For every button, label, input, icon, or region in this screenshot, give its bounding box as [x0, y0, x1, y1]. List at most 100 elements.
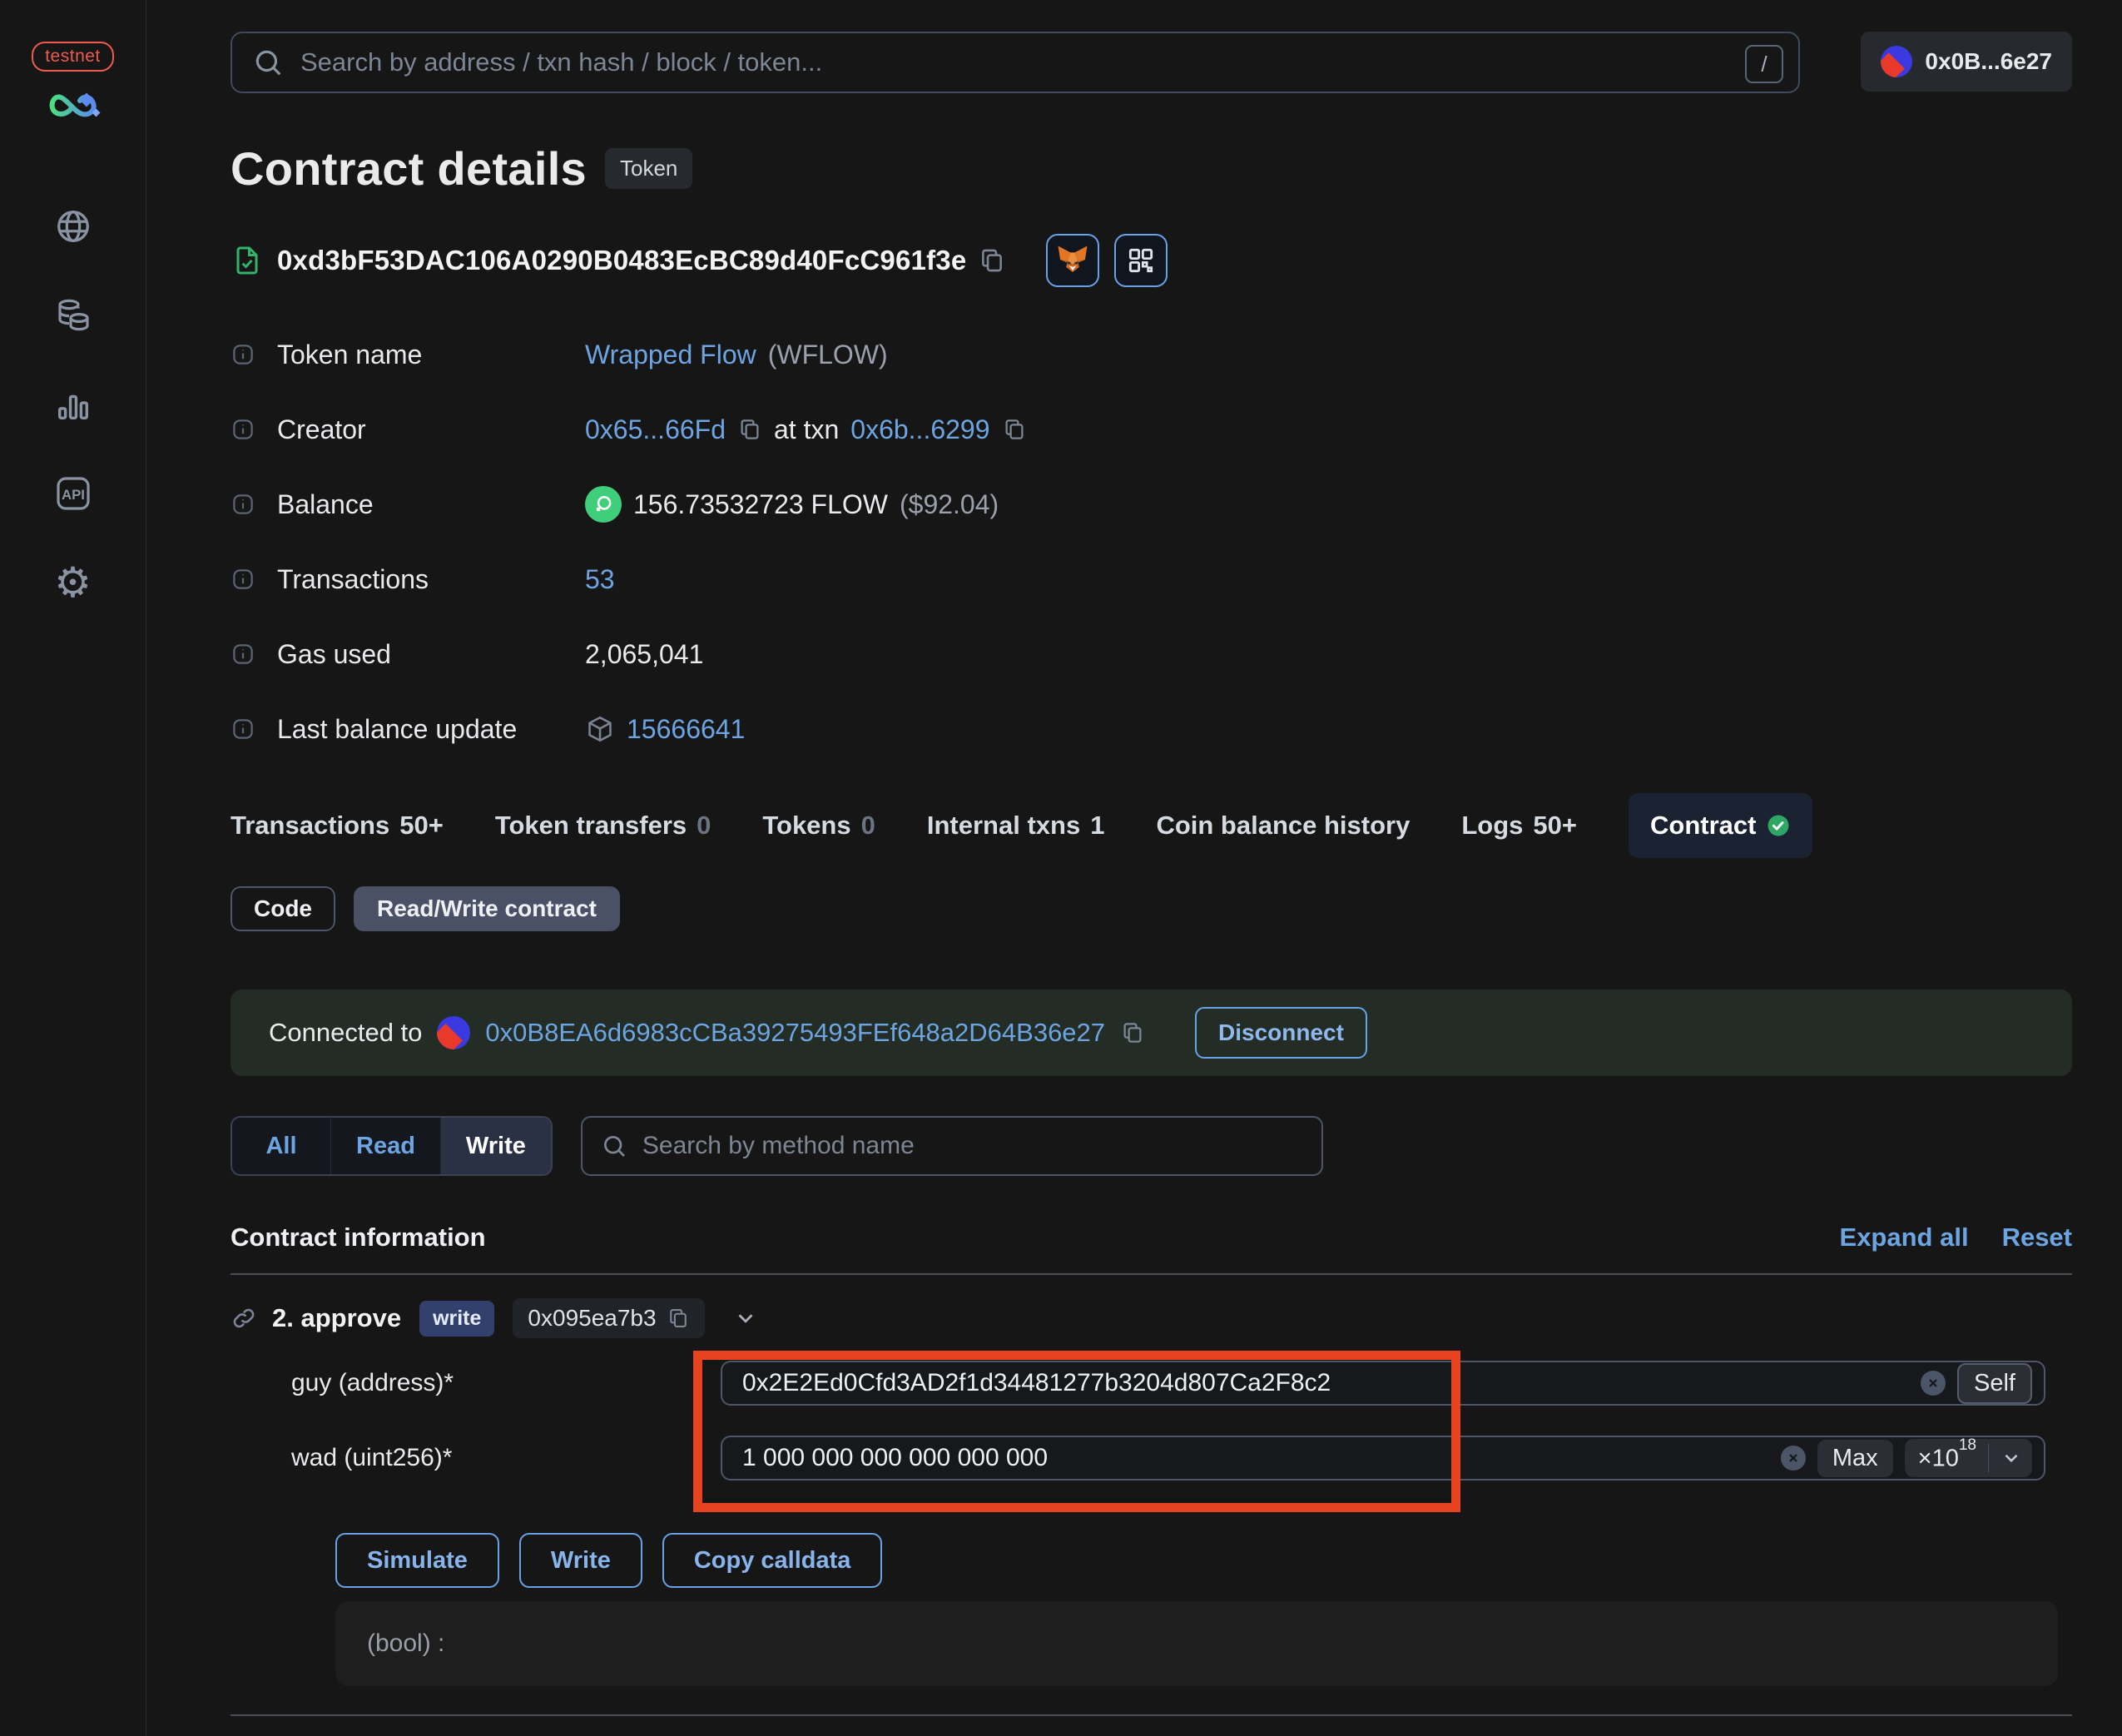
block-cube-icon [585, 714, 615, 744]
tokens-icon[interactable] [53, 295, 93, 335]
field-label-guy: guy (address)* [291, 1369, 454, 1396]
info-row-transactions: Transactions 53 [231, 542, 2072, 617]
method-search-input[interactable] [642, 1132, 1303, 1160]
search-input[interactable] [300, 47, 1778, 77]
expand-all-link[interactable]: Expand all [1840, 1223, 1969, 1252]
charts-icon[interactable] [53, 384, 93, 424]
keyboard-shortcut-hint: / [1745, 45, 1783, 83]
creator-middle-text: at txn [774, 414, 840, 444]
connected-avatar [437, 1016, 471, 1049]
info-label: Last balance update [277, 713, 518, 744]
wallet-address-short: 0x0B...6e27 [1925, 48, 2052, 74]
connected-prefix: Connected to [269, 1018, 423, 1047]
copy-creator-icon[interactable] [737, 417, 762, 442]
info-icon [231, 492, 277, 517]
clear-input-icon[interactable] [1921, 1371, 1946, 1396]
section-divider [231, 1273, 2072, 1275]
copy-selector-icon[interactable] [667, 1307, 690, 1330]
filter-all[interactable]: All [232, 1118, 330, 1174]
method-filter-segmented: All Read Write [231, 1116, 553, 1176]
tab-logs[interactable]: Logs 50+ [1461, 811, 1577, 841]
guy-address-input[interactable] [742, 1369, 1910, 1397]
wad-uint256-field[interactable]: Max ×1018 [721, 1436, 2045, 1481]
qr-code-icon [1125, 245, 1157, 276]
info-label: Token name [277, 339, 423, 370]
clear-input-icon[interactable] [1780, 1446, 1806, 1471]
transactions-count-link[interactable]: 53 [585, 564, 615, 595]
max-button[interactable]: Max [1817, 1439, 1893, 1477]
last-balance-block-link[interactable]: 15666641 [627, 714, 745, 745]
filter-read[interactable]: Read [330, 1118, 440, 1174]
info-icon [231, 717, 277, 742]
method-output-panel: (bool) : [335, 1601, 2058, 1686]
token-symbol: (WFLOW) [767, 339, 888, 370]
main-content: / 0x0B...6e27 Contract details Token 0xd… [146, 0, 2122, 1736]
globe-icon[interactable] [53, 206, 93, 246]
method-search[interactable] [580, 1116, 1323, 1176]
copy-txn-icon[interactable] [1002, 417, 1027, 442]
connected-banner: Connected to 0x0B8EA6d6983cCBa39275493FE… [231, 990, 2072, 1076]
settings-gear-icon[interactable]: ⚙ [53, 562, 93, 603]
info-row-creator: Creator 0x65...66Fd at txn 0x6b...6299 [231, 392, 2072, 467]
contract-address: 0xd3bF53DAC106A0290B0483EcBC89d40FcC961f… [277, 245, 967, 275]
search-icon [252, 47, 284, 78]
chevron-down-icon [2001, 1447, 2022, 1469]
bottom-divider [231, 1714, 2072, 1716]
multiplier-dropdown[interactable]: ×1018 [1904, 1436, 2032, 1478]
info-label: Transactions [277, 563, 429, 594]
method-approve-header[interactable]: 2. approve write 0x095ea7b3 [231, 1294, 2072, 1342]
sidebar: testnet API ⚙ [0, 0, 146, 1736]
collapse-chevron-icon[interactable] [733, 1306, 758, 1331]
tab-coin-balance-history[interactable]: Coin balance history [1156, 811, 1410, 841]
app-logo[interactable] [43, 90, 103, 126]
tab-transactions[interactable]: Transactions 50+ [231, 811, 444, 841]
tab-token-transfers[interactable]: Token transfers 0 [495, 811, 711, 841]
tab-contract[interactable]: Contract [1629, 793, 1813, 858]
flow-token-icon [585, 486, 622, 523]
api-icon[interactable]: API [53, 474, 93, 513]
disconnect-button[interactable]: Disconnect [1195, 1007, 1367, 1059]
copy-calldata-button[interactable]: Copy calldata [662, 1533, 883, 1588]
method-selector-chip: 0x095ea7b3 [513, 1298, 705, 1338]
info-label: Creator [277, 414, 366, 444]
info-icon [231, 642, 277, 667]
tab-internal-txns[interactable]: Internal txns 1 [927, 811, 1105, 841]
link-icon[interactable] [231, 1305, 257, 1332]
field-label-wad: wad (uint256)* [291, 1444, 453, 1471]
creation-txn-link[interactable]: 0x6b...6299 [850, 414, 989, 445]
subtab-read-write-contract[interactable]: Read/Write contract [354, 886, 620, 931]
verified-check-icon [1766, 813, 1791, 838]
self-button[interactable]: Self [1957, 1362, 2032, 1404]
token-type-badge: Token [605, 148, 693, 189]
global-search[interactable]: / [231, 32, 1800, 93]
reset-link[interactable]: Reset [2002, 1223, 2072, 1252]
info-icon [231, 417, 277, 442]
top-bar: / 0x0B...6e27 [231, 32, 2072, 93]
copy-connected-address-icon[interactable] [1120, 1020, 1145, 1045]
metamask-fox-icon [1055, 243, 1090, 278]
info-row-gas-used: Gas used 2,065,041 [231, 617, 2072, 692]
field-row-wad: wad (uint256)* Max ×1018 [291, 1436, 2072, 1481]
wallet-account-button[interactable]: 0x0B...6e27 [1861, 32, 2072, 92]
info-row-token-name: Token name Wrapped Flow (WFLOW) [231, 317, 2072, 392]
guy-address-field[interactable]: Self [721, 1361, 2045, 1406]
verified-contract-icon [231, 244, 264, 277]
info-row-balance: Balance 156.73532723 FLOW ($92.04) [231, 467, 2072, 542]
wallet-avatar [1881, 46, 1913, 77]
connected-address-link[interactable]: 0x0B8EA6d6983cCBa39275493FEf648a2D64B36e… [485, 1018, 1105, 1048]
info-row-last-balance-update: Last balance update 15666641 [231, 692, 2072, 766]
copy-address-icon[interactable] [978, 246, 1006, 275]
simulate-button[interactable]: Simulate [335, 1533, 499, 1588]
tab-tokens[interactable]: Tokens 0 [762, 811, 875, 841]
write-button[interactable]: Write [518, 1533, 642, 1588]
subtab-code[interactable]: Code [231, 886, 335, 931]
wad-uint256-input[interactable] [742, 1444, 1769, 1472]
info-label: Gas used [277, 638, 391, 669]
network-badge: testnet [32, 42, 114, 72]
method-name: 2. approve [272, 1303, 402, 1332]
filter-write[interactable]: Write [439, 1118, 551, 1174]
add-to-metamask-button[interactable] [1046, 234, 1100, 287]
creator-address-link[interactable]: 0x65...66Fd [585, 414, 726, 445]
token-name-link[interactable]: Wrapped Flow [585, 340, 756, 370]
qr-code-button[interactable] [1114, 234, 1168, 287]
